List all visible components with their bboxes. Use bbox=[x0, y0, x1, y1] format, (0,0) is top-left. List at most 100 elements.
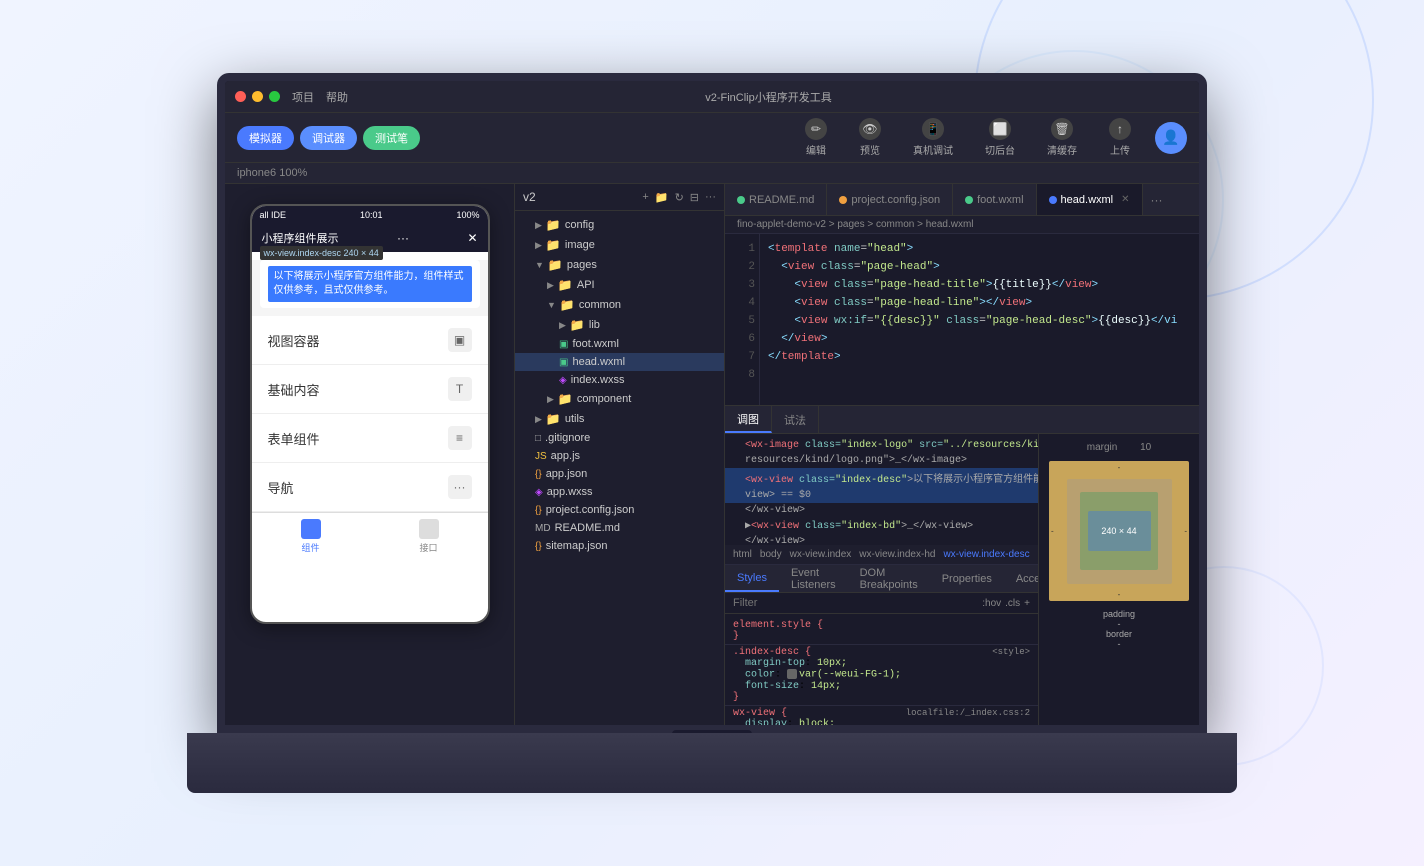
devtools-tab-debug[interactable]: 试法 bbox=[772, 406, 819, 433]
file-item-common[interactable]: ▼ 📁 common bbox=[515, 295, 724, 315]
app-window: 项目 帮助 v2-FinClip小程序开发工具 模拟器 调试器 测试笔 ✏ 编辑 bbox=[225, 81, 1199, 725]
preview-button[interactable]: 👁 预览 bbox=[851, 116, 889, 159]
file-item-api[interactable]: ▶ 📁 API bbox=[515, 275, 724, 295]
file-label: pages bbox=[567, 259, 597, 271]
file-item-foot-wxml[interactable]: ▣ foot.wxml bbox=[515, 335, 724, 353]
device-icon: 📱 bbox=[922, 118, 944, 140]
tab-project-config[interactable]: project.config.json bbox=[827, 184, 953, 215]
chevron-right-icon: ▶ bbox=[535, 220, 542, 231]
phone-frame: all IDE 10:01 100% 小程序组件展示 ··· ✕ bbox=[250, 204, 490, 624]
background-button[interactable]: ⬜ 切后台 bbox=[977, 116, 1023, 159]
simulator-button[interactable]: 模拟器 bbox=[237, 126, 294, 150]
folder-icon: 📁 bbox=[560, 298, 575, 312]
clear-cache-button[interactable]: 🗑 清缓存 bbox=[1039, 116, 1085, 159]
edit-button[interactable]: ✏ 编辑 bbox=[797, 116, 835, 159]
close-button[interactable] bbox=[235, 91, 246, 102]
menu-item-4[interactable]: 导航 ··· bbox=[252, 463, 488, 512]
bc-body[interactable]: body bbox=[760, 549, 782, 560]
tabs-overflow-icon[interactable]: ··· bbox=[1143, 193, 1171, 207]
file-item-lib[interactable]: ▶ 📁 lib bbox=[515, 315, 724, 335]
file-item-app-js[interactable]: JS app.js bbox=[515, 447, 724, 465]
bc-wx-view-hd[interactable]: wx-view.index-hd bbox=[859, 549, 935, 560]
file-item-sitemap[interactable]: {} sitemap.json bbox=[515, 537, 724, 555]
folder-icon: 📁 bbox=[546, 238, 561, 252]
minimize-button[interactable] bbox=[252, 91, 263, 102]
file-item-index-wxss[interactable]: ◈ index.wxss bbox=[515, 371, 724, 389]
file-item-gitignore[interactable]: □ .gitignore bbox=[515, 429, 724, 447]
explorer-actions: + 📁 ↻ ⊟ ··· bbox=[642, 191, 716, 204]
css-rule-element-style: element.style { } bbox=[725, 618, 1038, 645]
code-line-8 bbox=[768, 366, 1191, 384]
code-content[interactable]: <template name="head"> <view class="page… bbox=[760, 234, 1199, 405]
devtools-panel-tabs: Styles Event Listeners DOM Breakpoints P… bbox=[725, 565, 1038, 593]
file-item-component[interactable]: ▶ 📁 component bbox=[515, 389, 724, 409]
menu-item-1[interactable]: 视图容器 ▣ bbox=[252, 316, 488, 365]
filter-pseudo-buttons: :hov .cls + bbox=[982, 598, 1030, 609]
tab-readme[interactable]: README.md bbox=[725, 184, 827, 215]
header-more-icon[interactable]: ··· bbox=[397, 231, 409, 245]
bc-wx-view-desc[interactable]: wx-view.index-desc bbox=[943, 549, 1029, 560]
file-item-app-wxss[interactable]: ◈ app.wxss bbox=[515, 483, 724, 501]
file-label: app.wxss bbox=[547, 486, 593, 498]
file-item-pages[interactable]: ▼ 📁 pages bbox=[515, 255, 724, 275]
more-options-icon[interactable]: ··· bbox=[705, 191, 716, 204]
pseudo-cls-btn[interactable]: .cls bbox=[1005, 598, 1020, 609]
file-item-utils[interactable]: ▶ 📁 utils bbox=[515, 409, 724, 429]
menu-item-3[interactable]: 表单组件 ≡ bbox=[252, 414, 488, 463]
tab-dot-readme bbox=[737, 196, 745, 204]
panel-tab-accessibility[interactable]: Accessibility bbox=[1004, 565, 1039, 592]
device-debug-button[interactable]: 📱 真机调试 bbox=[905, 116, 961, 159]
add-style-btn[interactable]: + bbox=[1024, 598, 1030, 609]
upload-button[interactable]: ↑ 上传 bbox=[1101, 116, 1139, 159]
panel-tab-styles[interactable]: Styles bbox=[725, 565, 779, 592]
nav-components-icon bbox=[301, 519, 321, 539]
header-close-icon[interactable]: ✕ bbox=[467, 231, 477, 245]
code-editor[interactable]: 1 2 3 4 5 6 7 8 <template name="head"> <… bbox=[725, 234, 1199, 405]
file-label: head.wxml bbox=[572, 356, 625, 368]
menu-item-3-icon: ≡ bbox=[448, 426, 472, 450]
refresh-icon[interactable]: ↻ bbox=[675, 191, 684, 204]
nav-item-components[interactable]: 组件 bbox=[252, 513, 370, 560]
bc-wx-view-index[interactable]: wx-view.index bbox=[790, 549, 852, 560]
test-button[interactable]: 测试笔 bbox=[363, 126, 420, 150]
devtools-tab-elements[interactable]: 调图 bbox=[725, 406, 772, 433]
panel-tab-properties[interactable]: Properties bbox=[930, 565, 1004, 592]
file-item-config[interactable]: ▶ 📁 config bbox=[515, 215, 724, 235]
tab-close-icon[interactable]: ✕ bbox=[1121, 194, 1129, 205]
tab-foot-wxml[interactable]: foot.wxml bbox=[953, 184, 1036, 215]
dom-line-3[interactable]: <wx-view class="index-desc">以下将展示小程序官方组件… bbox=[725, 468, 1038, 488]
pseudo-hov-btn[interactable]: :hov bbox=[982, 598, 1001, 609]
file-item-readme[interactable]: MD README.md bbox=[515, 519, 724, 537]
debugger-button[interactable]: 调试器 bbox=[300, 126, 357, 150]
menu-item-2[interactable]: 基础内容 T bbox=[252, 365, 488, 414]
tab-head-wxml[interactable]: head.wxml ✕ bbox=[1037, 184, 1143, 215]
file-item-app-json[interactable]: {} app.json bbox=[515, 465, 724, 483]
wxml-file-icon: ▣ bbox=[559, 339, 568, 350]
menu-bar: 项目 帮助 bbox=[292, 89, 348, 105]
file-item-image[interactable]: ▶ 📁 image bbox=[515, 235, 724, 255]
code-line-4: <view class="page-head-line"></view> bbox=[768, 294, 1191, 312]
file-label: project.config.json bbox=[546, 504, 635, 516]
panel-tab-event-listeners[interactable]: Event Listeners bbox=[779, 565, 848, 592]
maximize-button[interactable] bbox=[269, 91, 280, 102]
panel-tab-dom-breakpoints[interactable]: DOM Breakpoints bbox=[848, 565, 930, 592]
nav-item-api[interactable]: 接口 bbox=[370, 513, 488, 560]
file-item-head-wxml[interactable]: ▣ head.wxml bbox=[515, 353, 724, 371]
menu-help[interactable]: 帮助 bbox=[326, 89, 348, 105]
menu-project[interactable]: 项目 bbox=[292, 89, 314, 105]
dom-line-2: resources/kind/logo.png">_</wx-image> bbox=[725, 453, 1038, 468]
file-item-project-config[interactable]: {} project.config.json bbox=[515, 501, 724, 519]
folder-icon: 📁 bbox=[548, 258, 563, 272]
nav-components-label: 组件 bbox=[301, 541, 319, 554]
laptop-base bbox=[187, 733, 1237, 793]
new-file-icon[interactable]: + bbox=[642, 191, 648, 204]
file-label: component bbox=[577, 393, 631, 405]
style-filter-input[interactable] bbox=[733, 597, 974, 609]
dom-line-4[interactable]: view> == $0 bbox=[725, 488, 1038, 503]
bc-html[interactable]: html bbox=[733, 549, 752, 560]
box-model-panel: margin 10 - - - - bbox=[1039, 434, 1199, 725]
tab-label-foot: foot.wxml bbox=[977, 194, 1023, 206]
user-avatar[interactable]: 👤 bbox=[1155, 122, 1187, 154]
new-folder-icon[interactable]: 📁 bbox=[655, 191, 669, 204]
collapse-icon[interactable]: ⊟ bbox=[690, 191, 699, 204]
